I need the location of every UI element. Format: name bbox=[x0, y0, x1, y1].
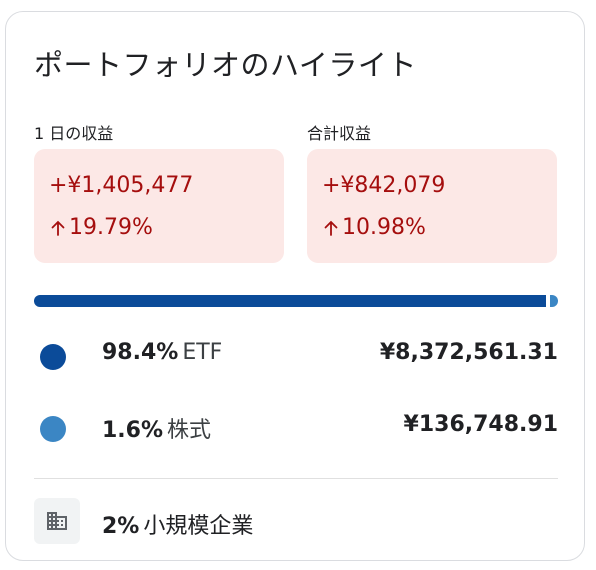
arrow-up-icon bbox=[51, 220, 65, 236]
portfolio-highlights-card: ポートフォリオのハイライト 1 日の収益 合計収益 +¥1,405,477 19… bbox=[5, 11, 585, 561]
stock-name: 株式 bbox=[167, 418, 212, 443]
allocation-row-etf[interactable]: 98.4% ETF ¥8,372,561.31 bbox=[34, 336, 558, 376]
total-gain-box: +¥842,079 10.98% bbox=[307, 149, 557, 263]
allocation-bar bbox=[34, 295, 558, 307]
stock-percent: 1.6% bbox=[102, 418, 164, 443]
category-row[interactable]: 2% 小規模企業 bbox=[102, 508, 253, 540]
total-gain-amount: +¥842,079 bbox=[322, 173, 446, 198]
divider bbox=[34, 478, 558, 479]
category-icon-box bbox=[34, 498, 80, 544]
total-gain-label: 合計収益 bbox=[307, 124, 372, 143]
total-gain-percent: 10.98% bbox=[342, 215, 426, 240]
allocation-row-stock[interactable]: 1.6% 株式 ¥136,748.91 bbox=[34, 408, 558, 448]
daily-gain-amount: +¥1,405,477 bbox=[49, 173, 194, 198]
daily-gain-percent: 19.79% bbox=[69, 215, 153, 240]
daily-gain-percent-row: 19.79% bbox=[49, 215, 153, 240]
stock-color-dot bbox=[40, 416, 66, 442]
total-gain-percent-row: 10.98% bbox=[322, 215, 426, 240]
etf-name: ETF bbox=[182, 340, 223, 365]
etf-color-dot bbox=[40, 344, 66, 370]
building-icon bbox=[47, 512, 67, 530]
etf-percent: 98.4% bbox=[102, 340, 179, 365]
arrow-up-icon bbox=[324, 220, 338, 236]
allocation-bar-etf-segment bbox=[34, 295, 546, 307]
daily-gain-box: +¥1,405,477 19.79% bbox=[34, 149, 284, 263]
stock-value: ¥136,748.91 bbox=[403, 412, 558, 437]
daily-gain-label: 1 日の収益 bbox=[34, 124, 114, 143]
allocation-bar-stock-segment bbox=[550, 295, 558, 307]
category-percent: 2% bbox=[102, 514, 140, 539]
category-name: 小規模企業 bbox=[143, 514, 254, 539]
etf-value: ¥8,372,561.31 bbox=[379, 340, 558, 365]
card-title: ポートフォリオのハイライト bbox=[34, 48, 417, 82]
